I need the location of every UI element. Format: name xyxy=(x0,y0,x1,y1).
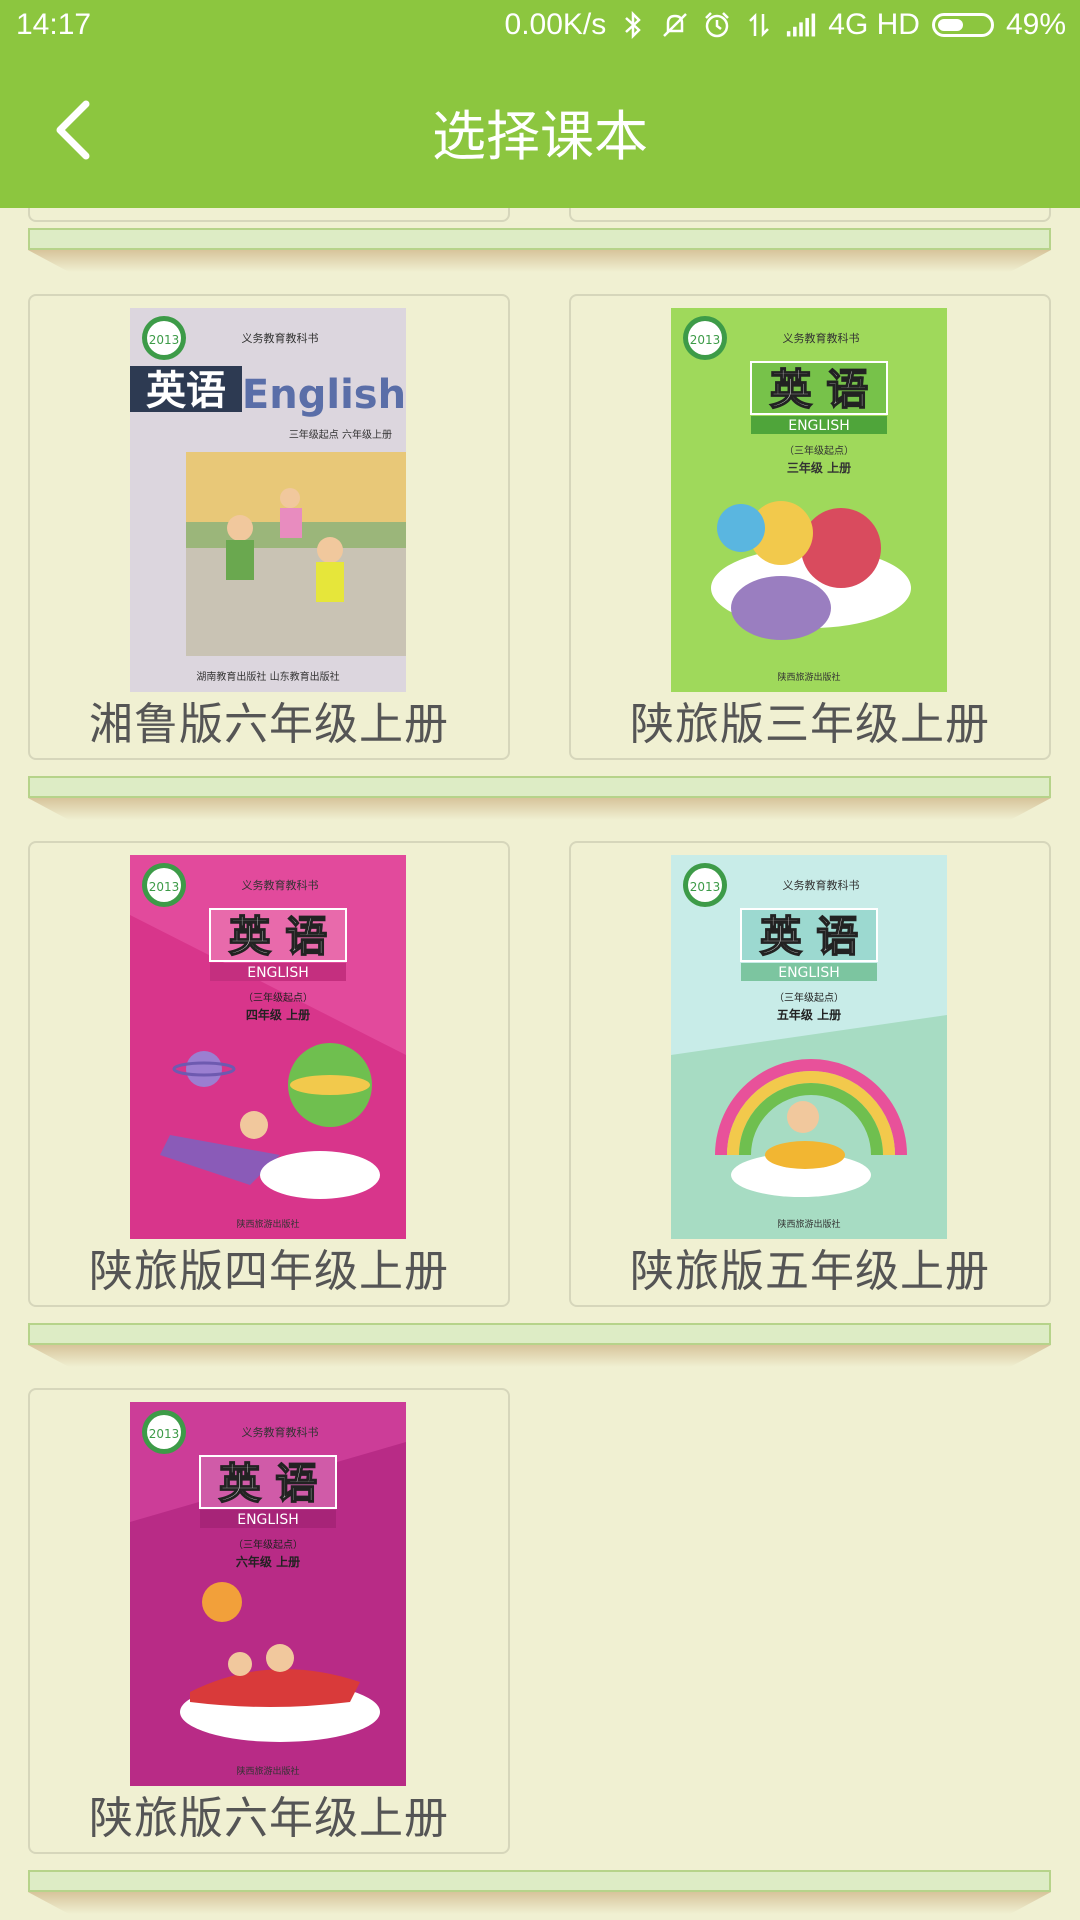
svg-text:义务教育教科书: 义务教育教科书 xyxy=(242,331,319,345)
svg-text:2013: 2013 xyxy=(149,333,180,347)
book-card-partial[interactable] xyxy=(569,208,1051,222)
svg-text:六年级 上册: 六年级 上册 xyxy=(236,1554,300,1569)
svg-text:ENGLISH: ENGLISH xyxy=(247,965,309,981)
svg-text:三年级 上册: 三年级 上册 xyxy=(787,460,851,475)
signal-icon xyxy=(786,10,816,40)
shelf-divider xyxy=(28,1870,1051,1892)
svg-text:陕西旅游出版社: 陕西旅游出版社 xyxy=(236,1765,299,1777)
book-cover: 2013 义务教育教科书 英语 English 三年级起点 六年级上册 湖南教育… xyxy=(130,308,406,692)
svg-text:2013: 2013 xyxy=(690,333,721,347)
svg-text:湖南教育出版社 山东教育出版社: 湖南教育出版社 山东教育出版社 xyxy=(196,670,339,683)
svg-text:2013: 2013 xyxy=(690,880,721,894)
shelf-divider xyxy=(28,228,1051,250)
status-bar: 14:17 0.00K/s 4G HD 49% xyxy=(0,0,1080,50)
book-cover: 2013 义务教育教科书 英 语 ENGLISH （三年级起点） 五年级 上册 … xyxy=(671,855,947,1239)
cover-image-grade3: 2013 义务教育教科书 英 语 ENGLISH （三年级起点） 三年级 上册 … xyxy=(671,308,947,692)
status-icons: 0.00K/s 4G HD 49% xyxy=(505,8,1066,42)
svg-text:陕西旅游出版社: 陕西旅游出版社 xyxy=(777,1218,840,1230)
svg-text:English: English xyxy=(242,372,406,418)
svg-text:陕西旅游出版社: 陕西旅游出版社 xyxy=(777,671,840,683)
svg-text:英语: 英语 xyxy=(146,368,226,414)
data-arrows-icon xyxy=(744,10,774,40)
svg-text:三年级起点 六年级上册: 三年级起点 六年级上册 xyxy=(289,428,392,441)
book-cover: 2013 义务教育教科书 英 语 ENGLISH （三年级起点） 四年级 上册 … xyxy=(130,855,406,1239)
shelf-divider xyxy=(28,776,1051,798)
svg-text:英 语: 英 语 xyxy=(760,912,859,961)
alarm-icon xyxy=(702,10,732,40)
page-title: 选择课本 xyxy=(432,105,648,168)
mute-icon xyxy=(660,10,690,40)
svg-text:（三年级起点）: （三年级起点） xyxy=(243,991,313,1004)
book-label: 湘鲁版六年级上册 xyxy=(89,699,449,750)
svg-text:ENGLISH: ENGLISH xyxy=(237,1512,299,1528)
svg-text:2013: 2013 xyxy=(149,880,180,894)
svg-text:四年级 上册: 四年级 上册 xyxy=(246,1007,310,1022)
status-time: 14:17 xyxy=(16,8,92,41)
svg-text:义务教育教科书: 义务教育教科书 xyxy=(242,1425,319,1439)
svg-text:2013: 2013 xyxy=(149,1427,180,1441)
shelf-divider xyxy=(28,1323,1051,1345)
svg-text:（三年级起点）: （三年级起点） xyxy=(784,444,854,457)
book-label: 陕旅版五年级上册 xyxy=(630,1246,990,1297)
book-card-shaanlv-grade4[interactable]: 2013 义务教育教科书 英 语 ENGLISH （三年级起点） 四年级 上册 … xyxy=(28,841,510,1307)
book-grid[interactable]: 2013 义务教育教科书 英语 English 三年级起点 六年级上册 湖南教育… xyxy=(0,208,1080,1920)
bluetooth-icon xyxy=(618,10,648,40)
book-card-shaanlv-grade3[interactable]: 2013 义务教育教科书 英 语 ENGLISH （三年级起点） 三年级 上册 … xyxy=(569,294,1051,760)
svg-text:（三年级起点）: （三年级起点） xyxy=(233,1538,303,1551)
svg-text:ENGLISH: ENGLISH xyxy=(778,965,840,981)
cover-image-xianglu: 2013 义务教育教科书 英语 English 三年级起点 六年级上册 湖南教育… xyxy=(130,308,406,692)
svg-text:ENGLISH: ENGLISH xyxy=(788,418,850,434)
svg-text:五年级 上册: 五年级 上册 xyxy=(777,1007,841,1022)
svg-text:义务教育教科书: 义务教育教科书 xyxy=(783,878,860,892)
book-card-shaanlv-grade5[interactable]: 2013 义务教育教科书 英 语 ENGLISH （三年级起点） 五年级 上册 … xyxy=(569,841,1051,1307)
book-card-partial[interactable] xyxy=(28,208,510,222)
book-cover: 2013 义务教育教科书 英 语 ENGLISH （三年级起点） 六年级 上册 … xyxy=(130,1402,406,1786)
book-cover: 2013 义务教育教科书 英 语 ENGLISH （三年级起点） 三年级 上册 … xyxy=(671,308,947,692)
book-card-xianglu-grade6[interactable]: 2013 义务教育教科书 英语 English 三年级起点 六年级上册 湖南教育… xyxy=(28,294,510,760)
svg-text:英 语: 英 语 xyxy=(219,1459,318,1508)
cover-image-grade6: 2013 义务教育教科书 英 语 ENGLISH （三年级起点） 六年级 上册 … xyxy=(130,1402,406,1786)
book-label: 陕旅版六年级上册 xyxy=(89,1793,449,1844)
book-label: 陕旅版三年级上册 xyxy=(630,699,990,750)
network-type: 4G HD xyxy=(828,8,920,41)
cover-image-grade4: 2013 义务教育教科书 英 语 ENGLISH （三年级起点） 四年级 上册 … xyxy=(130,855,406,1239)
app-header: 选择课本 xyxy=(0,50,1080,208)
network-speed: 0.00K/s xyxy=(504,8,607,41)
battery-percent: 49% xyxy=(1005,8,1066,41)
svg-text:（三年级起点）: （三年级起点） xyxy=(774,991,844,1004)
svg-text:义务教育教科书: 义务教育教科书 xyxy=(242,878,319,892)
book-card-shaanlv-grade6[interactable]: 2013 义务教育教科书 英 语 ENGLISH （三年级起点） 六年级 上册 … xyxy=(28,1388,510,1854)
cover-image-grade5: 2013 义务教育教科书 英 语 ENGLISH （三年级起点） 五年级 上册 … xyxy=(671,855,947,1239)
svg-text:英 语: 英 语 xyxy=(229,912,328,961)
book-label: 陕旅版四年级上册 xyxy=(89,1246,449,1297)
svg-text:陕西旅游出版社: 陕西旅游出版社 xyxy=(236,1218,299,1230)
battery-icon xyxy=(931,13,994,37)
svg-text:英 语: 英 语 xyxy=(770,365,869,414)
svg-text:义务教育教科书: 义务教育教科书 xyxy=(783,331,860,345)
